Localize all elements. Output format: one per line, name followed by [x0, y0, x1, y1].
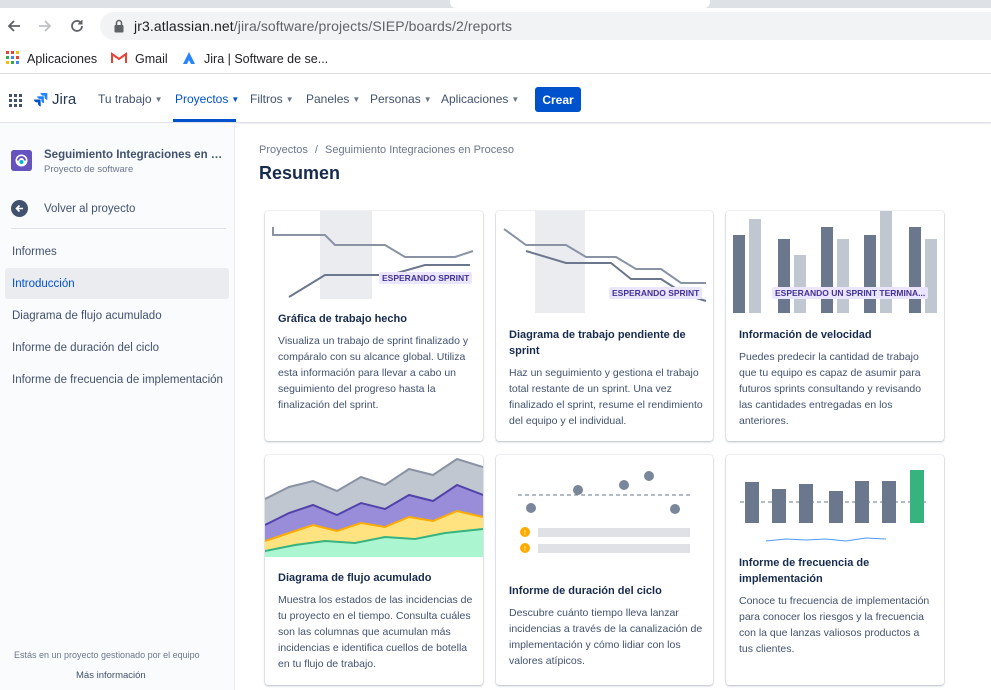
sidebar-item-frecuencia-implementacion[interactable]: Informe de frecuencia de implementación [5, 364, 229, 395]
status-lozenge: ESPERANDO SPRINT [609, 287, 703, 299]
jira-logo-icon [33, 92, 48, 107]
back-to-project-link[interactable]: Volver al proyecto [11, 200, 135, 217]
apps-grid-icon [6, 51, 19, 67]
browser-toolbar: jr3.atlassian.net/jira/software/projects… [0, 8, 991, 44]
report-card-velocidad[interactable]: ESPERANDO UN SPRINT TERMINA... Informaci… [726, 211, 944, 441]
svg-text:!: ! [524, 546, 526, 553]
card-title: Diagrama de flujo acumulado [278, 572, 432, 584]
sidebar-footer-note: Estás en un proyecto gestionado por el e… [14, 650, 200, 660]
report-card-flujo-acumulado[interactable]: Diagrama de flujo acumulado Muestra los … [265, 455, 483, 685]
chevron-down-icon: ▼ [285, 94, 294, 104]
sidebar-item-label: Introducción [12, 277, 75, 290]
bookmark-label: Jira | Software de se... [204, 52, 329, 66]
jira-logo-text: Jira [52, 91, 77, 108]
jira-top-nav: Jira Tu trabajo ▼ Proyectos ▼ Filtros ▼ Pan… [0, 78, 991, 123]
card-description: Conoce tu frecuencia de implementación p… [739, 595, 930, 655]
chevron-down-icon: ▼ [352, 94, 361, 104]
project-avatar[interactable] [11, 150, 32, 171]
chevron-down-icon: ▼ [423, 94, 432, 104]
sidebar-item-introduccion[interactable]: Introducción [5, 268, 229, 299]
sidebar-item-label: Informe de frecuencia de implementación [12, 373, 223, 386]
sidebar-item-label: Informe de duración del ciclo [12, 341, 160, 354]
status-lozenge: ESPERANDO UN SPRINT TERMINA... [772, 287, 929, 299]
browser-tabstrip [0, 0, 991, 8]
nav-proyectos[interactable]: Proyectos ▼ [175, 92, 239, 106]
card-title: Informe de duración del ciclo [509, 585, 662, 597]
sidebar-item-flujo-acumulado[interactable]: Diagrama de flujo acumulado [5, 300, 229, 331]
bookmark-label: Gmail [135, 52, 168, 66]
app-switcher-icon[interactable] [9, 94, 22, 107]
url-text: jr3.atlassian.net/jira/software/projects… [134, 18, 512, 34]
burnup-chart-illustration [272, 211, 474, 299]
bookmark-apps[interactable]: Aplicaciones [6, 50, 97, 68]
reload-icon[interactable] [67, 16, 87, 36]
active-nav-indicator [173, 119, 236, 122]
cumulative-flow-illustration [265, 457, 483, 557]
more-info-link[interactable]: Más información [76, 670, 146, 681]
breadcrumb-proyectos[interactable]: Proyectos [259, 144, 308, 156]
nav-label: Personas [370, 92, 421, 106]
nav-label: Aplicaciones [441, 92, 509, 106]
card-description: Descubre cuánto tiempo lleva lanzar inci… [509, 607, 703, 667]
lock-icon [114, 19, 124, 33]
nav-label: Tu trabajo [98, 92, 152, 106]
back-arrow-icon[interactable] [4, 16, 24, 36]
sidebar-item-duracion-ciclo[interactable]: Informe de duración del ciclo [5, 332, 229, 363]
nav-label: Paneles [306, 92, 350, 106]
create-button[interactable]: Crear [535, 87, 581, 112]
card-title: Gráfica de trabajo hecho [278, 313, 407, 325]
card-title: Diagrama de trabajo pendiente de sprint [509, 329, 686, 357]
status-lozenge: ESPERANDO SPRINT [379, 272, 473, 284]
nav-tu-trabajo[interactable]: Tu trabajo ▼ [98, 92, 163, 106]
back-label: Volver al proyecto [44, 202, 136, 215]
card-description: Muestra los estados de las incidencias d… [278, 594, 473, 670]
deployment-frequency-illustration [740, 470, 926, 542]
nav-personas[interactable]: Personas ▼ [370, 92, 432, 106]
url-bar[interactable]: jr3.atlassian.net/jira/software/projects… [100, 12, 991, 40]
forward-arrow-icon[interactable] [35, 16, 55, 36]
cycle-time-illustration: ! ! [518, 471, 691, 553]
url-path: /jira/software/projects/SIEP/boards/2/re… [233, 18, 513, 34]
bookmark-gmail[interactable]: Gmail [111, 50, 168, 68]
browser-tab[interactable] [450, 0, 710, 8]
burndown-chart-illustration [503, 211, 707, 313]
card-title: Información de velocidad [739, 329, 872, 341]
breadcrumb: Proyectos / Seguimiento Integraciones en… [259, 144, 514, 156]
sidebar-divider [11, 228, 226, 229]
page-title: Resumen [259, 163, 341, 183]
nav-label: Proyectos [175, 92, 229, 106]
project-type: Proyecto de software [44, 164, 134, 175]
card-description: Haz un seguimiento y gestiona el trabajo… [509, 367, 703, 427]
bookmark-label: Aplicaciones [27, 52, 98, 66]
svg-text:!: ! [524, 530, 526, 537]
gmail-icon [111, 51, 127, 67]
nav-filtros[interactable]: Filtros ▼ [250, 92, 294, 106]
jira-logo[interactable]: Jira [33, 91, 76, 108]
bookmarks-bar: Aplicaciones Gmail Jira | Software de se… [0, 44, 991, 74]
nav-label: Filtros [250, 92, 283, 106]
jira-icon [182, 51, 196, 68]
card-title: Informe de frecuencia de implementación [739, 557, 870, 585]
chevron-down-icon: ▼ [154, 94, 163, 104]
report-card-trabajo-pendiente[interactable]: ESPERANDO SPRINT Diagrama de trabajo pen… [496, 211, 713, 441]
project-name[interactable]: Seguimiento Integraciones en Pr... [44, 149, 224, 161]
nav-paneles[interactable]: Paneles ▼ [306, 92, 360, 106]
nav-aplicaciones[interactable]: Aplicaciones ▼ [441, 92, 519, 106]
breadcrumb-project[interactable]: Seguimiento Integraciones en Proceso [325, 144, 514, 156]
url-host: jr3.atlassian.net [134, 18, 234, 34]
report-card-frecuencia-implementacion[interactable]: Informe de frecuencia de implementación … [726, 455, 944, 685]
velocity-chart-illustration [733, 211, 937, 313]
card-description: Visualiza un trabajo de sprint finalizad… [278, 335, 469, 411]
sidebar-section-title: Informes [12, 246, 57, 258]
project-sidebar: Seguimiento Integraciones en Pr... Proye… [0, 123, 235, 690]
bookmark-jira[interactable]: Jira | Software de se... [182, 50, 328, 68]
breadcrumb-separator: / [314, 144, 318, 156]
card-description: Puedes predecir la cantidad de trabajo q… [739, 351, 922, 427]
report-card-duracion-ciclo[interactable]: ! ! Informe de duración del ciclo Descub… [496, 455, 713, 685]
back-arrow-icon [11, 200, 28, 217]
report-card-trabajo-hecho[interactable]: ESPERANDO SPRINT Gráfica de trabajo hech… [265, 211, 483, 441]
sidebar-item-label: Diagrama de flujo acumulado [12, 309, 162, 322]
chevron-down-icon: ▼ [231, 94, 240, 104]
chevron-down-icon: ▼ [511, 94, 520, 104]
